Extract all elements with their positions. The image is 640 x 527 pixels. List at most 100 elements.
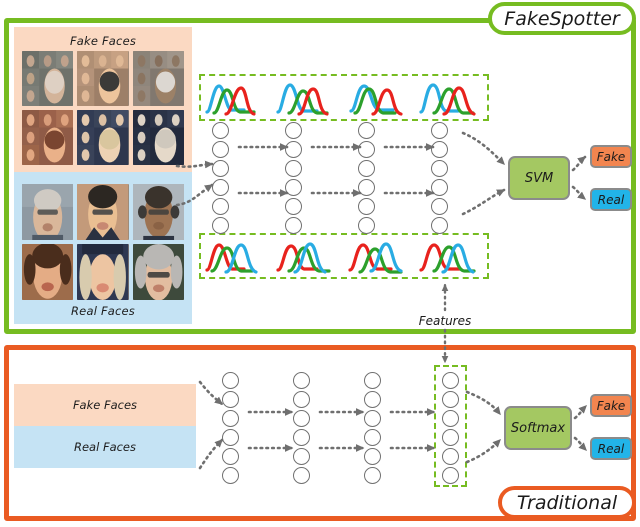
- distribution-plot: [418, 236, 484, 276]
- neuron: [293, 410, 310, 427]
- neuron: [364, 391, 381, 408]
- fake-faces-grid: [22, 51, 184, 165]
- traditional-fake-faces-label: Fake Faces: [72, 398, 138, 412]
- distribution-plot: [418, 78, 484, 118]
- neuron: [293, 372, 310, 389]
- fakespotter-layer-2: [285, 122, 302, 234]
- face-thumbnail: [132, 184, 184, 240]
- face-thumbnail: [132, 110, 184, 165]
- neuron: [222, 429, 239, 446]
- fakespotter-layer-1: [212, 122, 229, 234]
- neuron: [358, 141, 375, 158]
- face-thumbnail: [22, 244, 74, 300]
- softmax-output-real[interactable]: Real: [590, 437, 632, 460]
- neuron: [293, 391, 310, 408]
- distribution-row: [201, 76, 487, 119]
- fakespotter-layer-4: [431, 122, 448, 234]
- face-thumbnail: [22, 51, 74, 106]
- neuron: [212, 160, 229, 177]
- traditional-real-faces-block: Real Faces: [14, 426, 196, 468]
- neuron: [293, 429, 310, 446]
- distribution-plot: [204, 78, 270, 118]
- neuron: [285, 198, 302, 215]
- neuron: [431, 141, 448, 158]
- softmax-classifier-box[interactable]: Softmax: [504, 406, 572, 450]
- real-faces-grid: [22, 184, 184, 300]
- svm-output-real[interactable]: Real: [590, 188, 632, 211]
- neuron: [212, 122, 229, 139]
- traditional-layer-2: [293, 372, 310, 484]
- face-thumbnail: [77, 51, 129, 106]
- neuron: [431, 198, 448, 215]
- layerwise-neuron-distributions-top: [199, 74, 489, 121]
- neuron: [364, 410, 381, 427]
- fakespotter-layer-3: [358, 122, 375, 234]
- neuron: [293, 467, 310, 484]
- distribution-plot: [347, 78, 413, 118]
- layerwise-neuron-distributions-bottom: [199, 233, 489, 279]
- neuron: [364, 467, 381, 484]
- traditional-fake-faces-block: Fake Faces: [14, 384, 196, 426]
- neuron: [212, 198, 229, 215]
- neuron: [285, 179, 302, 196]
- neuron: [358, 217, 375, 234]
- neuron: [285, 122, 302, 139]
- face-thumbnail: [77, 244, 129, 300]
- real-faces-label: Real Faces: [70, 304, 135, 318]
- distribution-plot: [204, 236, 270, 276]
- neuron: [358, 122, 375, 139]
- neuron: [285, 160, 302, 177]
- neuron: [222, 467, 239, 484]
- neuron: [442, 429, 459, 446]
- traditional-layer-3: [364, 372, 381, 484]
- neuron: [431, 179, 448, 196]
- neuron: [285, 141, 302, 158]
- neuron: [364, 372, 381, 389]
- features-label: Features: [397, 314, 493, 328]
- distribution-plot: [275, 236, 341, 276]
- neuron: [364, 429, 381, 446]
- figure-canvas: FakeSpotter Fake Faces Real Faces SVM Fa…: [0, 0, 640, 527]
- real-faces-panel: Real Faces: [14, 172, 192, 324]
- neuron: [442, 372, 459, 389]
- neuron: [222, 372, 239, 389]
- neuron: [442, 467, 459, 484]
- neuron: [358, 198, 375, 215]
- distribution-row: [201, 235, 487, 277]
- neuron: [212, 217, 229, 234]
- softmax-output-fake[interactable]: Fake: [590, 394, 632, 417]
- neuron: [442, 410, 459, 427]
- face-thumbnail: [77, 110, 129, 165]
- fakespotter-title-badge: FakeSpotter: [488, 2, 636, 35]
- traditional-title-badge: Traditional: [498, 486, 636, 519]
- neuron: [364, 448, 381, 465]
- neuron: [293, 448, 310, 465]
- neuron: [285, 217, 302, 234]
- traditional-layer-4: [442, 372, 459, 484]
- face-thumbnail: [77, 184, 129, 240]
- neuron: [358, 179, 375, 196]
- neuron: [431, 160, 448, 177]
- neuron: [222, 391, 239, 408]
- neuron: [212, 179, 229, 196]
- neuron: [442, 391, 459, 408]
- fake-faces-label: Fake Faces: [69, 34, 137, 48]
- neuron: [442, 448, 459, 465]
- face-thumbnail: [22, 184, 74, 240]
- svm-output-fake[interactable]: Fake: [590, 145, 632, 168]
- traditional-real-faces-label: Real Faces: [73, 440, 136, 454]
- distribution-plot: [275, 78, 341, 118]
- neuron: [212, 141, 229, 158]
- face-thumbnail: [132, 244, 184, 300]
- face-thumbnail: [22, 110, 74, 165]
- neuron: [431, 217, 448, 234]
- distribution-plot: [347, 236, 413, 276]
- neuron: [358, 160, 375, 177]
- neuron: [222, 448, 239, 465]
- svm-classifier-box[interactable]: SVM: [508, 156, 570, 200]
- fake-faces-panel: Fake Faces: [14, 27, 192, 172]
- traditional-layer-1: [222, 372, 239, 484]
- neuron: [431, 122, 448, 139]
- neuron: [222, 410, 239, 427]
- face-thumbnail: [132, 51, 184, 106]
